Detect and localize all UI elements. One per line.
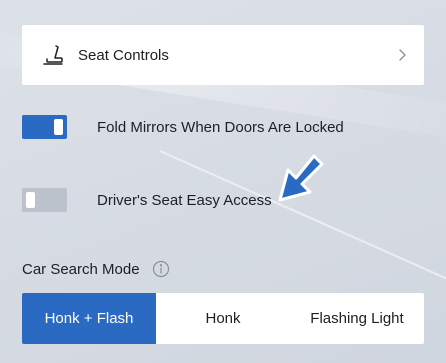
- option-flashing-light[interactable]: Flashing Light: [290, 293, 424, 344]
- car-search-mode-selector: Honk + Flash Honk Flashing Light: [22, 293, 424, 344]
- seat-controls-row[interactable]: Seat Controls: [22, 25, 424, 85]
- seat-icon: [42, 44, 64, 66]
- option-honk-flash[interactable]: Honk + Flash: [22, 293, 156, 344]
- car-search-mode-heading: Car Search Mode: [22, 260, 170, 278]
- pointer-arrow-icon: [270, 150, 330, 210]
- easy-access-label: Driver's Seat Easy Access: [97, 191, 272, 209]
- info-icon[interactable]: [152, 260, 170, 278]
- car-search-mode-label: Car Search Mode: [22, 260, 140, 278]
- option-honk[interactable]: Honk: [156, 293, 290, 344]
- fold-mirrors-toggle[interactable]: [22, 115, 67, 139]
- toggle-knob: [26, 192, 35, 208]
- chevron-right-icon: [396, 47, 408, 63]
- fold-mirrors-label: Fold Mirrors When Doors Are Locked: [97, 118, 344, 136]
- seat-controls-label: Seat Controls: [78, 46, 169, 64]
- fold-mirrors-row: Fold Mirrors When Doors Are Locked: [22, 115, 344, 139]
- toggle-knob: [54, 119, 63, 135]
- background-light-line: [159, 150, 446, 283]
- easy-access-row: Driver's Seat Easy Access: [22, 188, 272, 212]
- easy-access-toggle[interactable]: [22, 188, 67, 212]
